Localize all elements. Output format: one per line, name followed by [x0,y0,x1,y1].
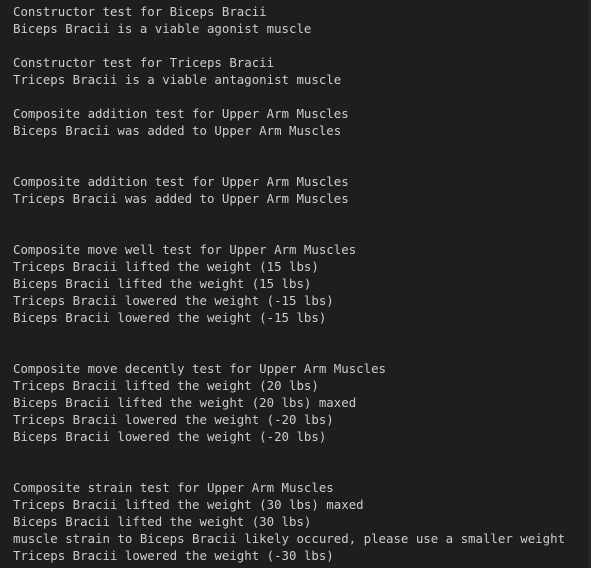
output-lines: Constructor test for Biceps Bracii Biceps… [13,3,591,564]
output-line: Triceps Bracii lowered the weight (-30 l… [13,548,334,563]
output-line: Composite strain test for Upper Arm Musc… [13,480,334,495]
output-line: Biceps Bracii lifted the weight (30 lbs) [13,514,312,529]
output-line: Triceps Bracii lifted the weight (30 lbs… [13,497,364,512]
output-line: Constructor test for Triceps Bracii [13,55,275,70]
output-line: Biceps Bracii is a viable agonist muscle [13,21,312,36]
output-line: Triceps Bracii lifted the weight (20 lbs… [13,378,319,393]
output-line: Biceps Bracii lowered the weight (-15 lb… [13,310,327,325]
output-line: Triceps Bracii lowered the weight (-15 l… [13,293,334,308]
output-line: Composite move well test for Upper Arm M… [13,242,357,257]
output-line: Composite move decently test for Upper A… [13,361,386,376]
output-line: Biceps Bracii was added to Upper Arm Mus… [13,123,342,138]
output-line: Triceps Bracii lifted the weight (15 lbs… [13,259,319,274]
output-line: Triceps Bracii is a viable antagonist mu… [13,72,342,87]
output-line: Constructor test for Biceps Bracii [13,4,267,19]
output-line: Composite addition test for Upper Arm Mu… [13,174,349,189]
output-line: Triceps Bracii was added to Upper Arm Mu… [13,191,349,206]
terminal-output-panel[interactable]: Constructor test for Biceps Bracii Biceps… [0,0,591,568]
output-line: Biceps Bracii lifted the weight (20 lbs)… [13,395,357,410]
output-line: Biceps Bracii lifted the weight (15 lbs) [13,276,312,291]
output-line: Biceps Bracii lowered the weight (-20 lb… [13,429,327,444]
output-line: Composite addition test for Upper Arm Mu… [13,106,349,121]
output-line: muscle strain to Biceps Bracii likely oc… [13,531,566,546]
output-line: Triceps Bracii lowered the weight (-20 l… [13,412,334,427]
